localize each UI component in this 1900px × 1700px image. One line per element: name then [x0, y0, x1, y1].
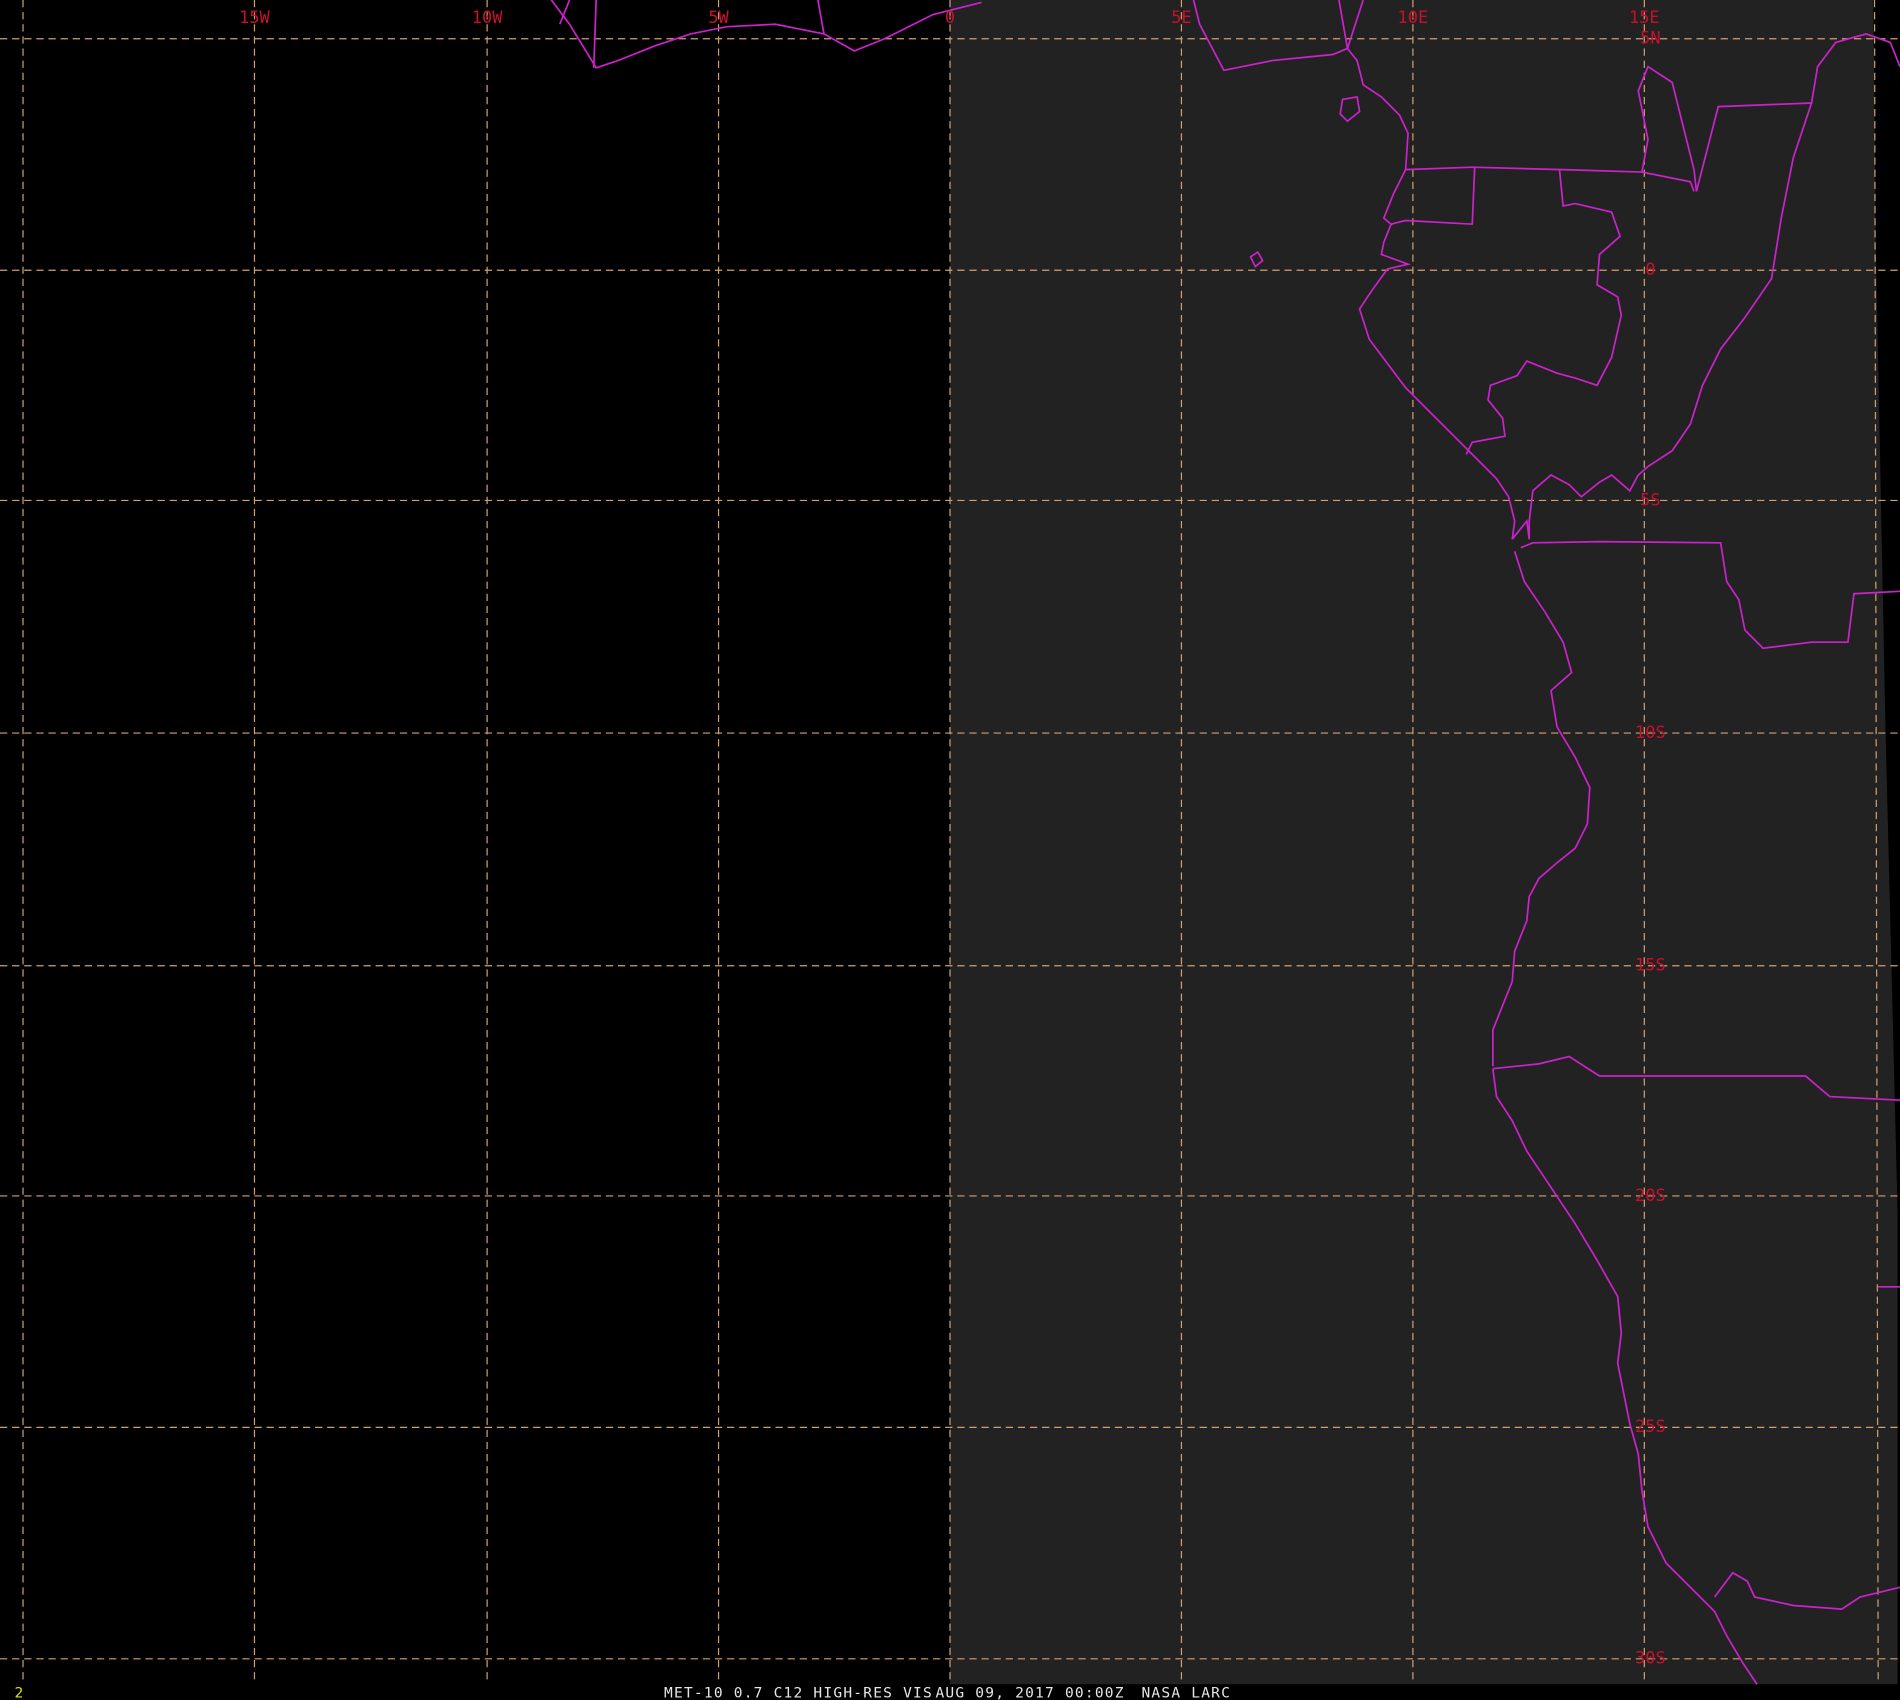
- longitude-label: 0: [945, 7, 955, 27]
- longitude-label: 5W: [708, 7, 729, 27]
- latitude-label: 15S: [1635, 955, 1666, 975]
- footer-product: MET-10 0.7 C12 HIGH-RES VIS: [664, 1686, 933, 1700]
- satellite-map: 15W 10W 5W 0 5E 10E 15E5N05S10S15S20S25S30S 2 …: [0, 0, 1900, 1700]
- latitude-label: 10S: [1635, 722, 1666, 742]
- earth-disk: [950, 0, 1898, 1685]
- latitude-label: 5N: [1640, 28, 1660, 48]
- longitude-label: 10E: [1398, 7, 1429, 27]
- longitude-label: 5E: [1171, 7, 1191, 27]
- footer-timestamp: AUG 09, 2017 00:00Z: [935, 1686, 1124, 1700]
- latitude-label: 30S: [1635, 1648, 1666, 1668]
- footer-source: NASA LARC: [1141, 1686, 1231, 1700]
- longitude-label: 10W: [472, 7, 503, 27]
- latitude-label: 25S: [1635, 1416, 1666, 1436]
- latitude-label: 20S: [1635, 1185, 1666, 1205]
- longitude-label: 15E: [1629, 7, 1660, 27]
- longitude-label: 15W: [239, 7, 270, 27]
- latitude-label: 0: [1645, 259, 1655, 279]
- latitude-label: 5S: [1640, 489, 1660, 509]
- frame-number: 2: [15, 1686, 24, 1700]
